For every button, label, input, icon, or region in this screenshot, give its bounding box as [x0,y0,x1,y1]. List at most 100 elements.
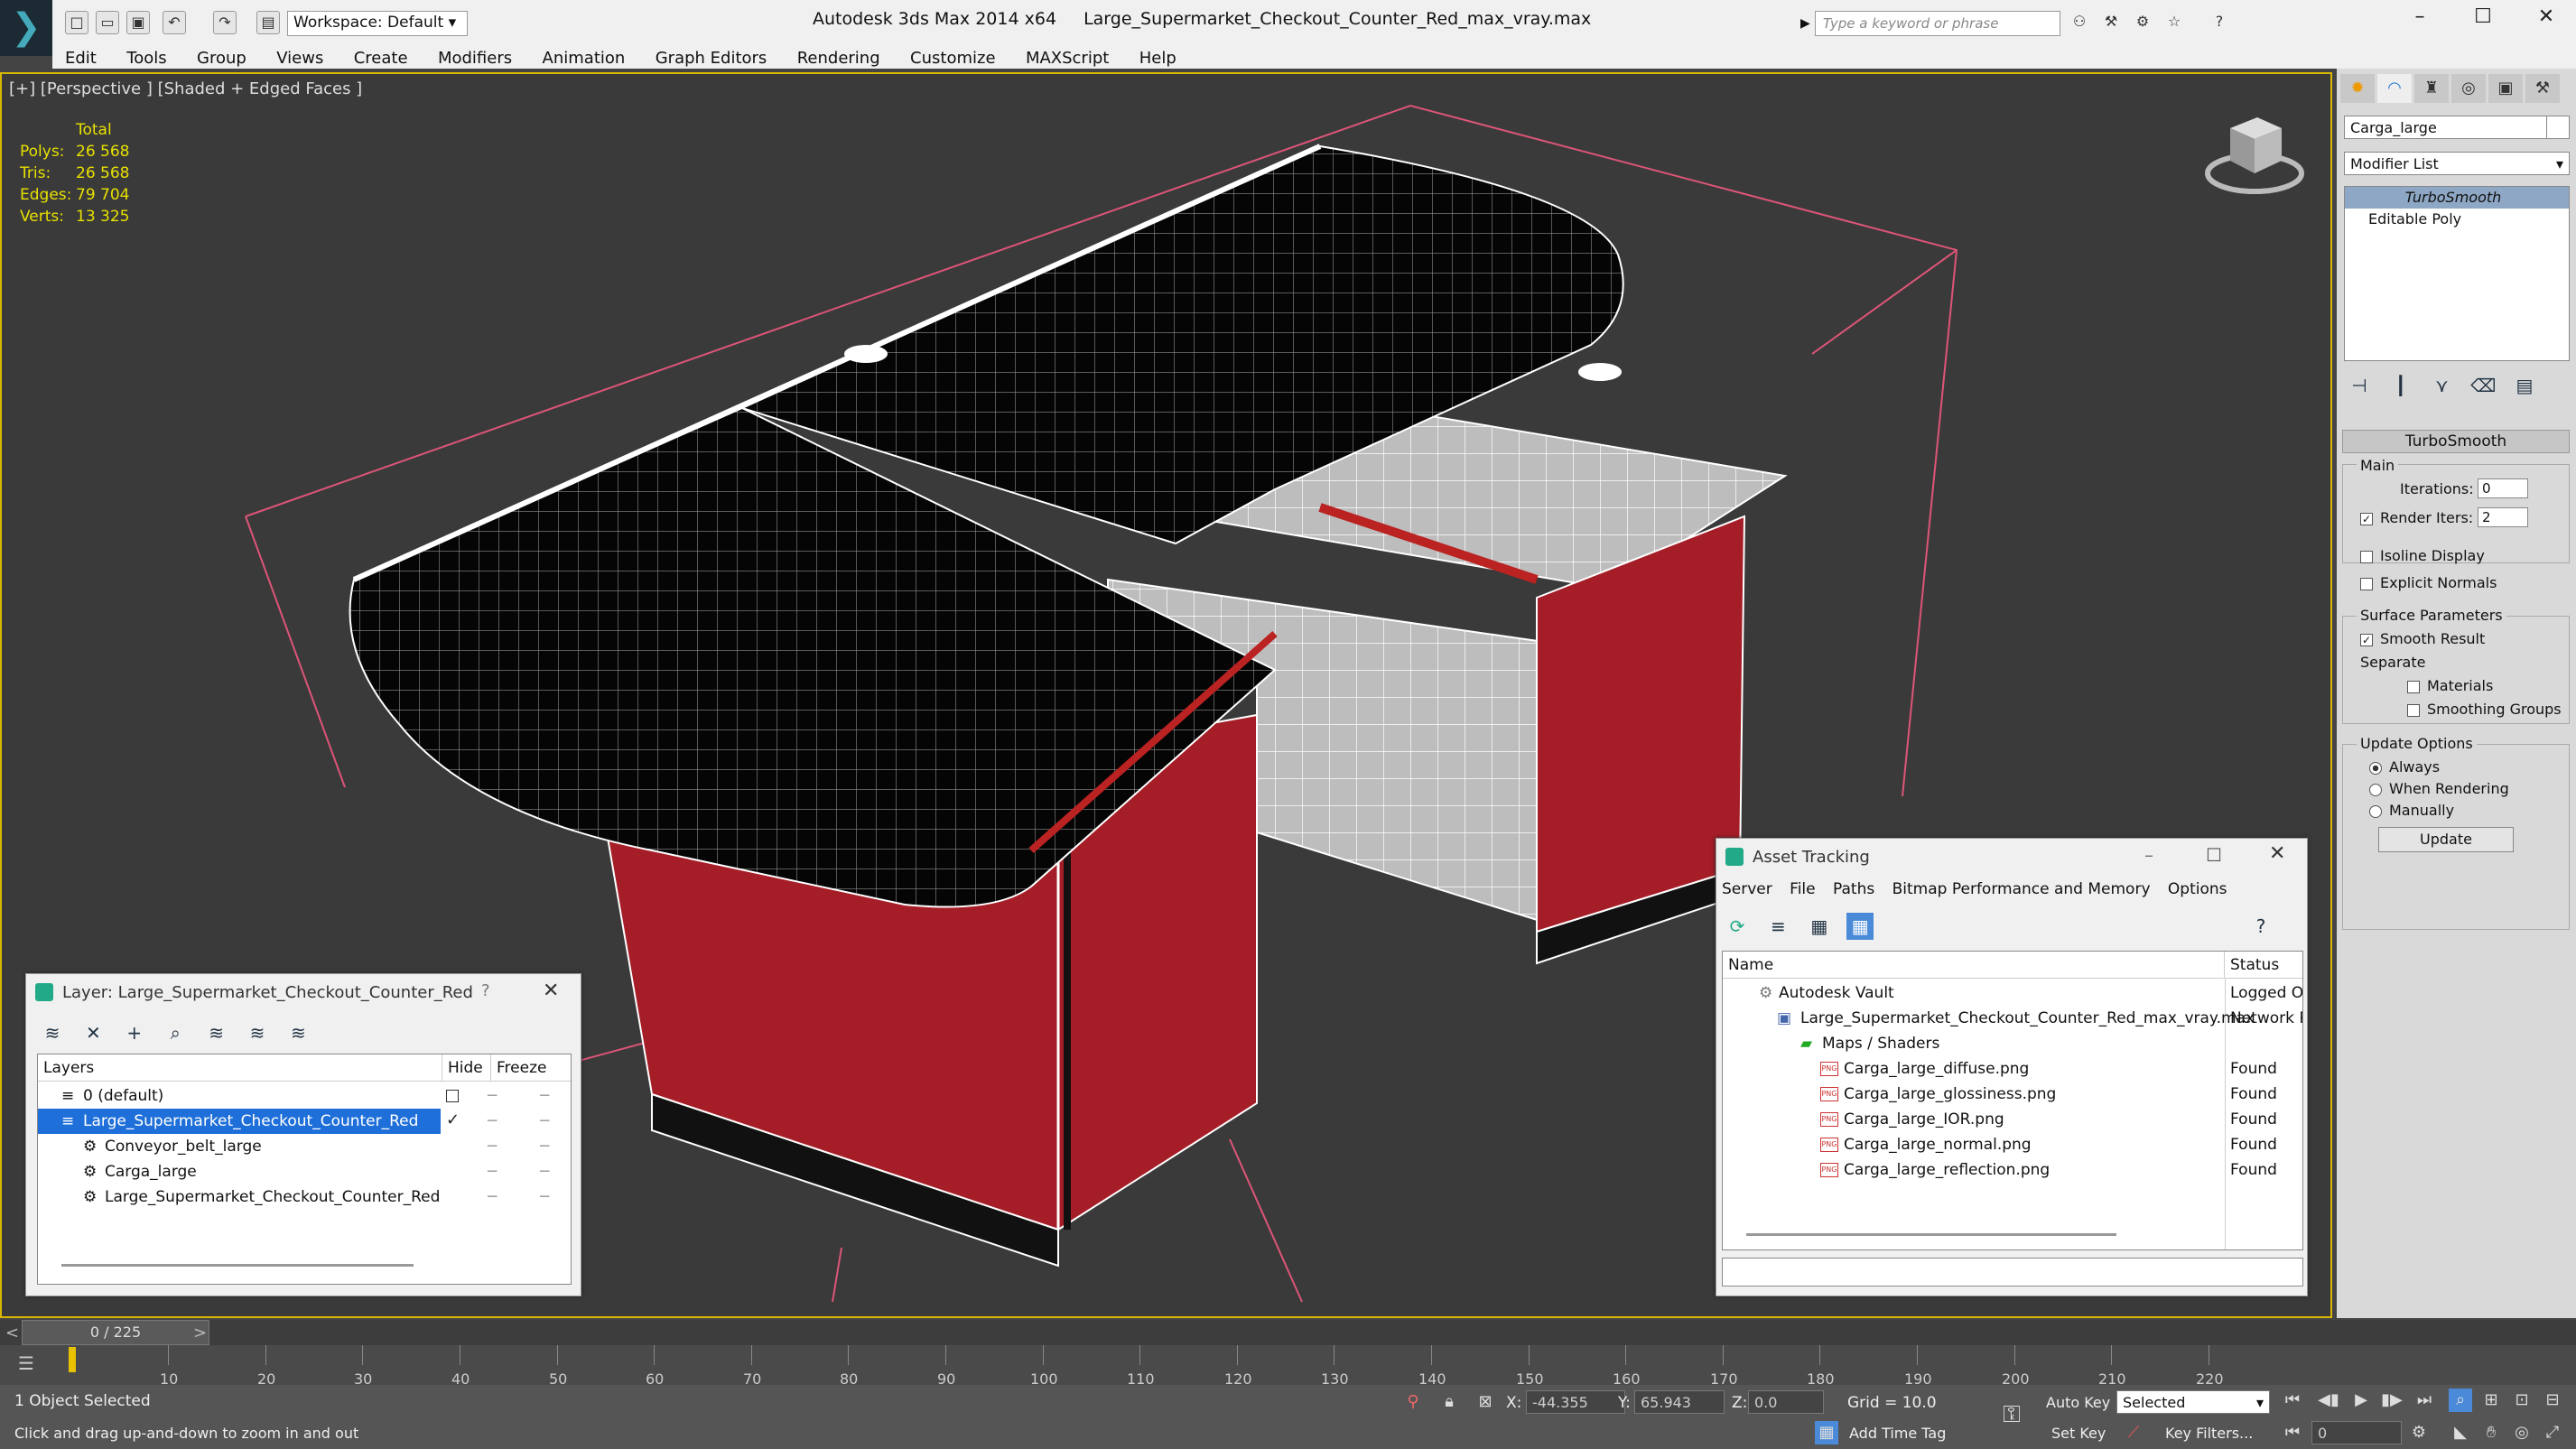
asset-menu-server[interactable]: Server [1722,880,1772,898]
modify-tab-icon[interactable]: ◠ [2377,74,2412,103]
menu-group[interactable]: Group [197,45,246,71]
smoothing-groups-checkbox[interactable] [2407,703,2420,717]
object-color-swatch[interactable] [2546,116,2570,139]
modifier-list-dropdown[interactable]: Modifier List ▾ [2344,152,2570,175]
communication-icon[interactable]: ⚙ [2131,11,2154,34]
key-filters-button[interactable]: Key Filters... [2165,1425,2253,1442]
time-slider[interactable]: < 0 / 225 > [0,1320,2576,1345]
favorites-star-icon[interactable]: ☆ [2162,11,2186,34]
explicit-normals-checkbox[interactable] [2360,577,2373,590]
redo-icon[interactable]: ↷ [213,11,237,34]
y-coord-input[interactable]: 65.943 [1634,1390,1725,1414]
workspace-dropdown[interactable]: Workspace: Default ▾ [287,11,468,36]
auto-key-button[interactable]: Auto Key [2046,1394,2110,1411]
col-layers[interactable]: Layers [38,1054,442,1082]
asset-menu-options[interactable]: Options [2168,880,2227,898]
asset-maximize-button[interactable]: ☐ [2206,844,2222,866]
explicit-normals-option[interactable]: Explicit Normals [2360,574,2497,591]
table-view-icon[interactable]: ▦ [1806,913,1833,940]
maximize-viewport-icon[interactable]: ⤢ [2541,1421,2564,1444]
prev-frame-icon[interactable]: < [5,1324,19,1342]
list-view-icon[interactable]: ≡ [1764,913,1791,940]
turbosmooth-rollout-header[interactable]: TurboSmooth [2342,430,2570,453]
smooth-result-option[interactable]: ✓ Smooth Result [2360,630,2485,647]
pan-view-icon[interactable]: ✋︎ [2479,1421,2503,1444]
freeze-toggle[interactable]: ─ [540,1087,549,1105]
next-frame-icon[interactable]: > [193,1324,207,1342]
viewcube-icon[interactable] [2205,117,2304,194]
always-radio[interactable] [2369,761,2382,775]
layer-object-row[interactable]: ⚙ Large_Supermarket_Checkout_Counter_Red… [38,1184,571,1210]
field-of-view-icon[interactable]: ◣ [2449,1421,2472,1444]
iterations-spinner[interactable]: 0 [2478,478,2528,498]
key-mode-toggle-icon[interactable]: ⏮ [2281,1421,2304,1444]
layer-row-selected[interactable]: ≡ Large_Supermarket_Checkout_Counter_Red [38,1109,441,1134]
stack-item-turbosmooth[interactable]: TurboSmooth [2345,187,2569,209]
configure-sets-icon[interactable]: ▤ [2511,372,2538,399]
asset-path-field[interactable] [1722,1258,2303,1286]
motion-tab-icon[interactable]: ◎ [2451,74,2486,103]
highlight-layer-icon[interactable]: ≋ [203,1019,230,1046]
menu-create[interactable]: Create [354,45,408,71]
asset-row[interactable]: ▰ Maps / Shaders [1723,1031,2302,1056]
go-to-end-icon[interactable]: ⏭ [2413,1389,2436,1412]
current-frame-marker[interactable] [69,1347,76,1372]
isoline-display-option[interactable]: Isoline Display [2360,547,2485,564]
zoom-extents-all-icon[interactable]: ⊟ [2541,1389,2564,1412]
asset-row[interactable]: PNG Carga_large_normal.png Found [1723,1132,2302,1157]
subscription-icon[interactable]: ⚒ [2099,11,2123,34]
key-filters-icon[interactable]: ⟋ [2122,1421,2145,1444]
menu-edit[interactable]: Edit [65,45,97,71]
pin-stack-icon[interactable]: ⊣ [2346,372,2373,399]
previous-key-icon[interactable]: ◀▮ [2317,1389,2340,1412]
delete-layer-icon[interactable]: ✕ [79,1019,107,1046]
set-key-button[interactable]: Set Key [2051,1425,2106,1442]
menu-customize[interactable]: Customize [910,45,995,71]
display-tab-icon[interactable]: ▣ [2488,74,2523,103]
materials-option[interactable]: Materials [2407,677,2493,694]
next-key-icon[interactable]: ▮▶ [2380,1389,2404,1412]
time-tag-icon[interactable]: ▦ [1815,1421,1838,1444]
freeze-toggle[interactable]: ─ [540,1163,549,1181]
materials-checkbox[interactable] [2407,680,2420,693]
create-layer-icon[interactable]: ≋ [39,1019,66,1046]
layer-help-button[interactable]: ? [481,981,490,1000]
isoline-checkbox[interactable] [2360,550,2373,563]
render-iters-option[interactable]: ✓ Render Iters: [2360,509,2473,526]
selection-lock-icon[interactable]: 🔒︎ [1437,1390,1461,1414]
search-input[interactable]: Type a keyword or phrase [1815,11,2060,36]
select-in-layer-icon[interactable]: ⌕ [162,1019,189,1046]
absolute-mode-icon[interactable]: ⊠ [1474,1390,1497,1414]
zoom-extents-icon[interactable]: ⊡ [2510,1389,2534,1412]
layer-scrollbar[interactable] [61,1264,414,1267]
stack-item-editable-poly[interactable]: Editable Poly [2345,209,2569,230]
grid-view-icon[interactable]: ▦ [1846,913,1874,940]
maximize-button[interactable]: ☐ [2465,5,2501,36]
update-when-rendering-option[interactable]: When Rendering [2369,780,2509,797]
menu-animation[interactable]: Animation [543,45,626,71]
active-layer-check-icon[interactable]: ✓ [446,1110,460,1129]
hide-toggle[interactable]: ─ [488,1163,497,1181]
update-button[interactable]: Update [2378,827,2514,852]
track-bar[interactable]: ☰ 10 20 30 40 50 60 70 80 90 100 110 120… [0,1345,2576,1388]
freeze-all-layers-icon[interactable]: ≋ [284,1019,312,1046]
layer-close-button[interactable]: ✕ [543,980,559,1002]
create-tab-icon[interactable]: ✹ [2340,74,2375,103]
object-name-input[interactable]: Carga_large [2344,116,2553,139]
x-coord-input[interactable]: -44.355 [1526,1390,1625,1414]
manually-radio[interactable] [2369,804,2382,818]
asset-row[interactable]: ⚙ Autodesk Vault Logged O [1723,980,2302,1006]
asset-menu-paths[interactable]: Paths [1833,880,1874,898]
open-file-icon[interactable]: ▭ [96,11,119,34]
when-rendering-radio[interactable] [2369,783,2382,796]
make-unique-icon[interactable]: ⋎ [2428,372,2455,399]
asset-row[interactable]: PNG Carga_large_glossiness.png Found [1723,1082,2302,1107]
current-layer-icon[interactable] [446,1090,459,1102]
menu-graph-editors[interactable]: Graph Editors [656,45,767,71]
orbit-icon[interactable]: ◎ [2510,1421,2534,1444]
hide-toggle[interactable]: ─ [488,1087,497,1105]
asset-minimize-button[interactable]: – [2144,844,2153,866]
asset-scrollbar[interactable] [1746,1233,2116,1236]
col-hide[interactable]: Hide [442,1054,491,1082]
asset-row[interactable]: ▣ Large_Supermarket_Checkout_Counter_Red… [1723,1006,2302,1031]
